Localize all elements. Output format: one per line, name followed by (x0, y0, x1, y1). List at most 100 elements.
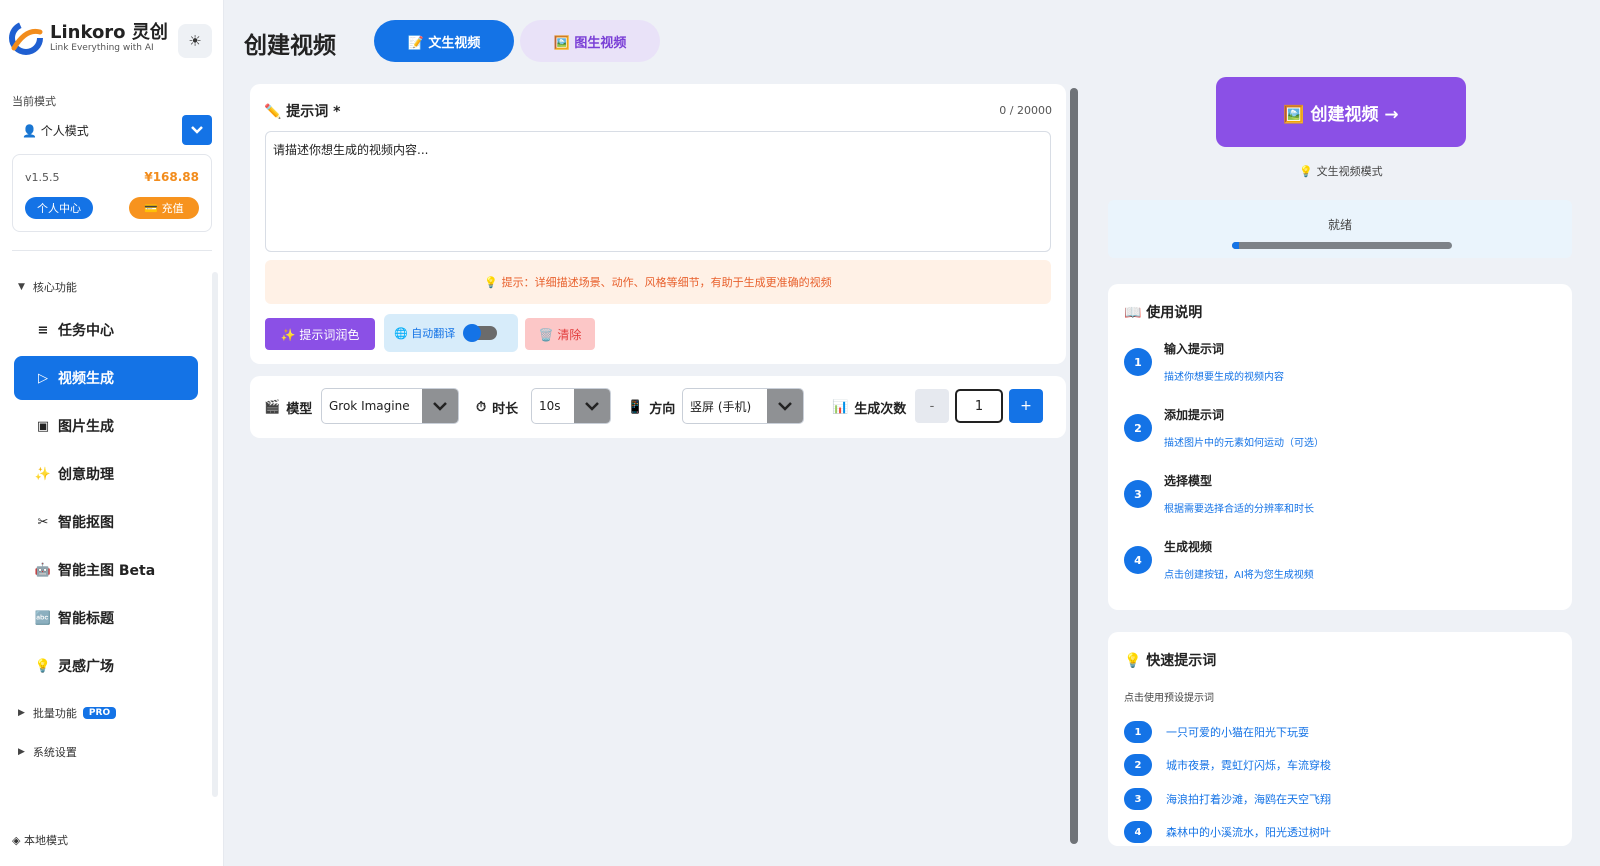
quick-text: 森林中的小溪流水，阳光透过树叶 (1166, 826, 1331, 839)
account-card: v1.5.5 ¥168.88 个人中心 💳 充值 (12, 154, 212, 232)
prompt-textarea[interactable]: 请描述你想生成的视频内容... (265, 131, 1051, 252)
batch-section-toggle[interactable]: ▶ 批量功能 PRO (18, 705, 117, 721)
guide-title: 📖 使用说明 (1124, 305, 1203, 321)
theme-toggle-button[interactable]: ☀ (178, 24, 212, 58)
sidebar-item-label: 智能抠图 (58, 515, 114, 531)
step-number: 1 (1124, 348, 1152, 376)
prompt-label: ✏️ 提示词 * (264, 104, 341, 120)
quick-text: 海浪拍打着沙滩，海鸥在天空飞翔 (1166, 793, 1331, 806)
chevron-down-icon[interactable] (182, 115, 212, 145)
quick-prompt-item[interactable]: 3 海浪拍打着沙滩，海鸥在天空飞翔 (1124, 788, 1331, 810)
progress-fill (1232, 242, 1239, 249)
brand-tagline: Link Everything with AI (50, 42, 154, 53)
step-title: 选择模型 (1164, 474, 1213, 488)
model-select[interactable]: Grok Imagine (321, 388, 459, 424)
sidebar-item-label: 视频生成 (58, 371, 114, 387)
settings-section-toggle[interactable]: ▶ 系统设置 (18, 744, 77, 760)
sidebar-item-task-center[interactable]: ≡ 任务中心 (14, 308, 198, 352)
toggle-switch[interactable] (463, 324, 498, 342)
play-icon: ▷ (38, 370, 48, 386)
clear-button[interactable]: 🗑️ 清除 (525, 318, 595, 350)
quick-subtitle: 点击使用预设提示词 (1124, 693, 1214, 704)
prompt-tip: 💡 提示：详细描述场景、动作、风格等细节，有助于生成更准确的视频 (265, 260, 1051, 304)
count-label: 📊 生成次数 (832, 400, 907, 417)
triangle-down-icon: ▼ (18, 282, 25, 292)
clapper-icon: 🎬 (264, 400, 281, 415)
sidebar-item-label: 创意助理 (58, 467, 114, 483)
mode-value: 👤 个人模式 (22, 123, 89, 138)
sidebar-item-label: 灵感广场 (58, 659, 114, 675)
step-title: 生成视频 (1164, 540, 1213, 554)
sidebar-item-inspiration[interactable]: 💡 灵感广场 (14, 644, 198, 688)
recharge-button[interactable]: 💳 充值 (129, 197, 199, 219)
sidebar-item-smart-title[interactable]: 🔤 智能标题 (14, 596, 198, 640)
phone-icon: 📱 (627, 400, 644, 415)
sidebar-item-video-generation[interactable]: ▷ 视频生成 (14, 356, 198, 400)
sidebar-scrollbar[interactable] (212, 272, 218, 797)
chevron-down-icon[interactable] (767, 389, 803, 423)
lightbulb-icon: 💡 (34, 658, 52, 674)
step-desc: 根据需要选择合适的分辨率和时长 (1164, 504, 1314, 515)
user-center-button[interactable]: 个人中心 (25, 197, 93, 219)
sidebar-item-smart-main-image[interactable]: 🤖 智能主图 Beta (14, 548, 198, 592)
auto-translate-label: 🌐 自动翻译 (394, 327, 456, 340)
quick-title: 💡 快速提示词 (1124, 653, 1217, 669)
model-value: Grok Imagine (329, 399, 410, 413)
sidebar-item-label: 任务中心 (58, 323, 114, 339)
step-desc: 描述你想要生成的视频内容 (1164, 372, 1284, 383)
sidebar-item-smart-cutout[interactable]: ✂ 智能抠图 (14, 500, 198, 544)
sidebar-item-image-generation[interactable]: ▣ 图片生成 (14, 404, 198, 448)
batch-section-label: 批量功能 (32, 707, 77, 720)
increment-button[interactable]: + (1009, 389, 1043, 423)
pro-badge: PRO (82, 707, 117, 719)
duration-select[interactable]: 10s (531, 388, 611, 424)
tab-text-to-video[interactable]: 📝 文生视频 (374, 20, 514, 62)
quick-prompt-item[interactable]: 1 一只可爱的小猫在阳光下玩耍 (1124, 721, 1309, 743)
settings-section-label: 系统设置 (32, 746, 77, 759)
quick-prompts-card: 💡 快速提示词 点击使用预设提示词 1 一只可爱的小猫在阳光下玩耍 2 城市夜景… (1108, 632, 1572, 846)
mode-select[interactable]: 👤 个人模式 (12, 114, 212, 146)
core-section-toggle[interactable]: ▼ 核心功能 (18, 279, 77, 295)
sidebar-item-label: 智能主图 Beta (58, 563, 156, 579)
duration-label: ⏱ 时长 (476, 400, 519, 417)
sparkle-icon: ✨ (34, 466, 52, 482)
bar-chart-icon: 📊 (832, 400, 849, 415)
sidebar: Linkoro 灵创 Link Everything with AI ☀ 当前模… (0, 0, 224, 866)
main-scrollbar[interactable] (1070, 88, 1078, 844)
step-number: 2 (1124, 414, 1152, 442)
chevron-down-icon[interactable] (422, 389, 458, 423)
model-label: 🎬 模型 (264, 400, 313, 417)
chevron-down-icon[interactable] (574, 389, 610, 423)
quick-text: 城市夜景，霓虹灯闪烁，车流穿梭 (1166, 759, 1331, 772)
sidebar-item-label: 智能标题 (58, 611, 114, 627)
duration-value: 10s (539, 399, 561, 413)
status-text: 就绪 (1327, 218, 1352, 232)
local-mode-item[interactable]: ◈ 本地模式 (12, 832, 68, 848)
linkoro-logo-icon (6, 18, 46, 58)
step-desc: 点击创建按钮，AI将为您生成视频 (1164, 570, 1314, 581)
orientation-select[interactable]: 竖屏 (手机) (682, 388, 804, 424)
quick-prompt-item[interactable]: 4 森林中的小溪流水，阳光透过树叶 (1124, 821, 1331, 843)
quick-text: 一只可爱的小猫在阳光下玩耍 (1166, 726, 1309, 739)
prompt-card: ✏️ 提示词 * 0 / 20000 请描述你想生成的视频内容... 💡 提示：… (250, 84, 1066, 364)
triangle-right-icon: ▶ (18, 747, 25, 757)
auto-translate-toggle[interactable]: 🌐 自动翻译 (384, 314, 518, 352)
prompt-polish-button[interactable]: ✨ 提示词润色 (265, 318, 375, 350)
quick-prompt-item[interactable]: 2 城市夜景，霓虹灯闪烁，车流穿梭 (1124, 754, 1331, 776)
image-icon: ▣ (36, 418, 50, 434)
logo: Linkoro 灵创 Link Everything with AI (6, 18, 168, 58)
triangle-right-icon: ▶ (18, 708, 25, 718)
mode-label: 当前模式 (12, 95, 56, 108)
orientation-value: 竖屏 (手机) (690, 399, 752, 414)
create-video-button[interactable]: 🖼️ 创建视频 → (1216, 77, 1466, 147)
sidebar-divider (12, 250, 212, 251)
page-title: 创建视频 (244, 33, 336, 59)
step-number: 4 (1124, 546, 1152, 574)
tab-image-to-video[interactable]: 🖼️ 图生视频 (520, 20, 660, 62)
scissors-icon: ✂ (37, 514, 49, 530)
decrement-button[interactable]: - (915, 389, 949, 423)
count-input[interactable]: 1 (955, 389, 1003, 423)
sidebar-item-creative-assistant[interactable]: ✨ 创意助理 (14, 452, 198, 496)
char-count: 0 / 20000 (999, 104, 1052, 117)
abc-icon: 🔤 (34, 610, 52, 626)
